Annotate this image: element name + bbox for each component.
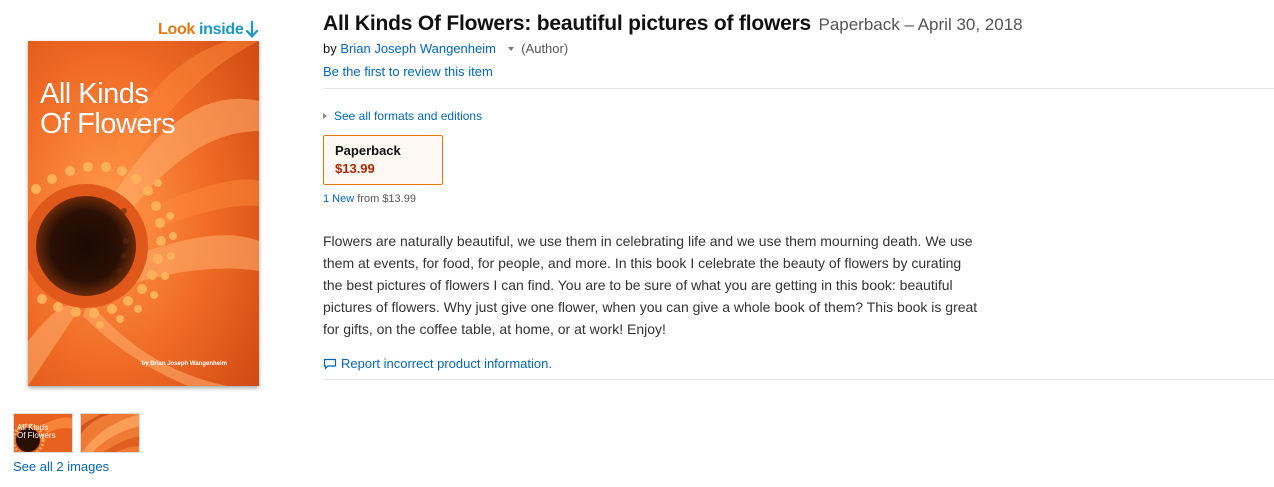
offers-suffix: from $13.99 (357, 193, 416, 205)
caret-down-icon[interactable] (507, 46, 514, 51)
book-cover-image[interactable]: All Kinds Of Flowers by Brian Joseph Wan… (28, 41, 259, 386)
by-prefix: by (323, 41, 337, 56)
thumbnail-front-cover[interactable]: All Kinds Of Flowers (13, 413, 73, 453)
look-inside-arrow-icon (246, 21, 259, 38)
first-review-link[interactable]: Be the first to review this item (323, 64, 493, 79)
triangle-right-icon (323, 113, 327, 119)
report-link-label: Report incorrect product information. (341, 356, 552, 371)
look-inside-word-look: Look (158, 21, 196, 38)
format-name: Paperback (335, 143, 401, 158)
thumbnail-label: All Kinds Of Flowers (17, 423, 56, 440)
byline: by Brian Joseph Wangenheim (Author) (323, 41, 568, 56)
offers-line: 1 New from $13.99 (323, 193, 416, 205)
speech-bubble-icon (323, 358, 337, 369)
look-inside-badge[interactable]: Look inside (158, 21, 259, 39)
format-price: $13.99 (335, 161, 375, 176)
title-row: All Kinds Of Flowers: beautiful pictures… (323, 12, 1023, 36)
binding-and-date: Paperback – April 30, 2018 (818, 15, 1023, 34)
cover-author: by Brian Joseph Wangenheim (141, 361, 227, 367)
product-description: Flowers are naturally beautiful, we use … (323, 233, 978, 337)
see-all-formats-link[interactable]: See all formats and editions (323, 109, 482, 123)
see-all-formats-label: See all formats and editions (334, 109, 483, 123)
report-incorrect-info-link[interactable]: Report incorrect product information. (323, 356, 552, 371)
author-role: (Author) (521, 41, 569, 56)
look-inside-word-inside: inside (199, 21, 244, 38)
product-title: All Kinds Of Flowers: beautiful pictures… (323, 12, 812, 35)
new-offers-link[interactable]: 1 New (323, 193, 354, 205)
thumbnail-back-cover[interactable] (80, 413, 140, 453)
format-option-paperback[interactable]: Paperback $13.99 (323, 135, 443, 185)
divider (323, 88, 1274, 89)
cover-title: All Kinds Of Flowers (40, 78, 176, 140)
thumbnail-image (81, 414, 139, 452)
product-page: Look inside All Kinds Of Flowers by Bria… (0, 0, 1274, 487)
author-link[interactable]: Brian Joseph Wangenheim (340, 41, 496, 56)
see-all-images-link[interactable]: See all 2 images (13, 459, 109, 474)
divider (323, 379, 1274, 380)
